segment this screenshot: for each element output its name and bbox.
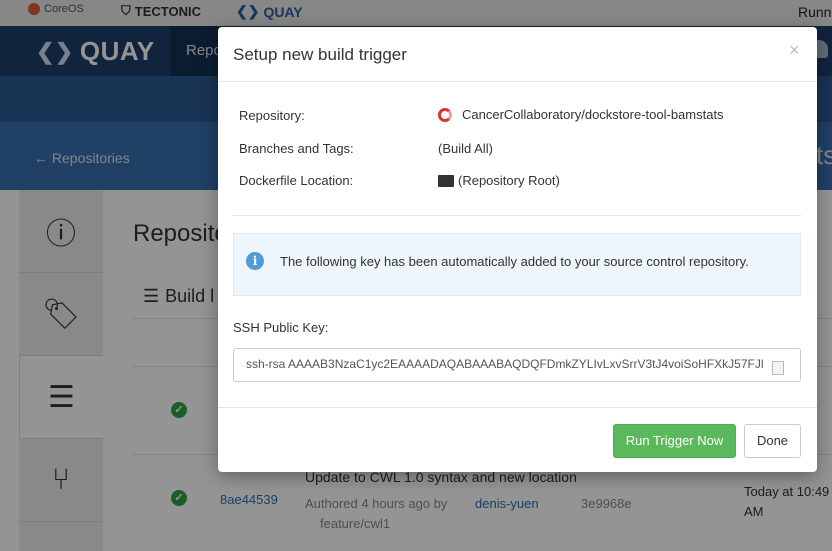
run-trigger-now-button[interactable]: Run Trigger Now: [613, 424, 736, 458]
repository-label: Repository:: [239, 108, 305, 123]
info-alert: i The following key has been automatical…: [233, 233, 801, 296]
dockerfile-path: (Repository Root): [458, 173, 560, 188]
close-icon[interactable]: ×: [789, 40, 800, 61]
branches-label: Branches and Tags:: [239, 141, 354, 156]
folder-icon: [438, 174, 454, 187]
alert-text: The following key has been automatically…: [280, 254, 749, 269]
setup-build-trigger-dialog: Setup new build trigger × Repository: Ca…: [218, 27, 817, 472]
done-button[interactable]: Done: [744, 424, 801, 458]
repository-name: CancerCollaboratory/dockstore-tool-bamst…: [462, 107, 724, 122]
branches-value: (Build All): [438, 141, 493, 156]
dialog-header: Setup new build trigger ×: [218, 27, 817, 82]
copy-icon[interactable]: [772, 361, 784, 375]
divider: [233, 215, 801, 216]
dockerfile-value: (Repository Root): [438, 173, 560, 188]
repo-icon: [438, 107, 452, 122]
ssh-key-label: SSH Public Key:: [233, 320, 329, 335]
repository-value: CancerCollaboratory/dockstore-tool-bamst…: [438, 107, 724, 122]
dockerfile-label: Dockerfile Location:: [239, 173, 354, 188]
ssh-key-field[interactable]: ssh-rsa AAAAB3NzaC1yc2EAAAADAQABAAABAQDQ…: [233, 348, 801, 382]
dialog-title: Setup new build trigger: [233, 45, 407, 64]
dialog-footer-divider: [218, 407, 817, 408]
info-icon: i: [246, 252, 264, 270]
